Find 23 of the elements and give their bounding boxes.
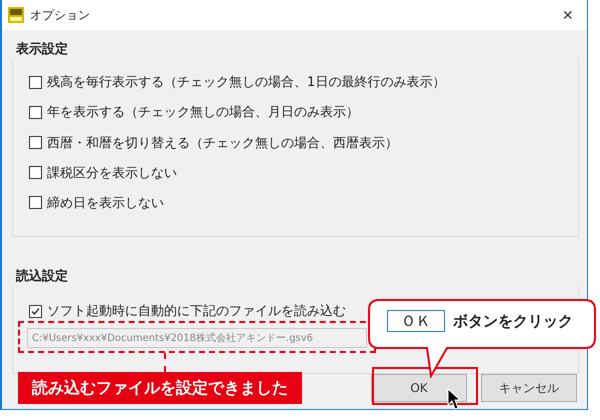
checkbox-label: 年を表示する（チェック無しの場合、月日のみ表示） — [47, 104, 359, 122]
checkbox-label: 残高を毎行表示する（チェック無しの場合、1日の最終行のみ表示） — [47, 74, 446, 92]
checkbox[interactable] — [29, 196, 42, 210]
checkbox-label: 西暦・和暦を切り替える（チェック無しの場合、西暦表示） — [47, 134, 398, 152]
cancel-button[interactable]: キャンセル — [481, 374, 577, 402]
ok-button[interactable]: OK — [371, 374, 467, 402]
checkbox-label: 課税区分を表示しない — [47, 164, 177, 182]
checkbox-label: 締め日を表示しない — [47, 194, 164, 212]
checkbox[interactable] — [29, 166, 42, 180]
checkbox-label: ソフト起動時に自動的に下記のファイルを読み込む — [47, 303, 346, 320]
checkbox[interactable] — [29, 106, 42, 119]
close-button[interactable]: × — [554, 4, 581, 26]
checkbox[interactable] — [29, 136, 42, 149]
checkbox[interactable] — [29, 76, 42, 89]
checkbox[interactable] — [29, 304, 42, 318]
key-label: ＯＫ — [387, 310, 445, 332]
group-title: 読込設定 — [14, 268, 69, 286]
group-title: 表示設定 — [15, 40, 69, 59]
cursor-icon — [447, 388, 461, 410]
annotation-banner: 読み込むファイルを設定できました — [18, 372, 302, 404]
window-title: オプション — [30, 6, 91, 24]
app-icon — [8, 7, 24, 23]
callout-text: ボタンをクリック — [453, 312, 573, 330]
